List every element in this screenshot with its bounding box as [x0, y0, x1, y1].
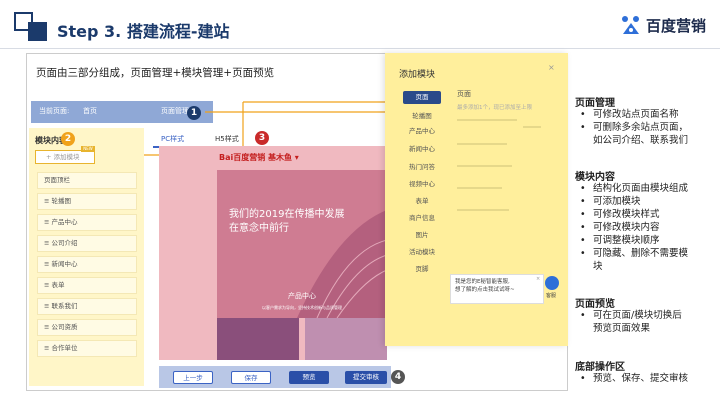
style-tabs: PC样式 H5样式 3 [153, 128, 353, 148]
modal-category[interactable]: 产品中心 [403, 125, 441, 138]
module-item[interactable]: ≡ 轮播图 [37, 193, 137, 210]
title-divider [0, 48, 720, 49]
module-item[interactable]: ≡ 产品中心 [37, 214, 137, 231]
note-item: 可调整模块顺序 [578, 234, 688, 247]
modal-category[interactable]: 页面 [403, 91, 441, 104]
modal-category[interactable]: 视频中心 [403, 178, 441, 191]
note-heading: 页面预览 [575, 299, 615, 310]
note-item: 可修改模块样式 [578, 208, 688, 221]
modal-title: 添加模块 [399, 70, 436, 80]
module-item[interactable]: ≡ 表单 [37, 277, 137, 294]
module-item[interactable]: ≡ 公司资质 [37, 319, 137, 336]
preview-product-image [305, 318, 387, 360]
submit-review-button[interactable]: 提交审核 [345, 371, 387, 384]
note-item: 可删除多余站点页面， [578, 121, 688, 134]
note-item: 可隐藏、删除不需要模 [578, 247, 688, 260]
tab-pc-style[interactable]: PC样式 [161, 134, 184, 144]
hero-line-1: 我们的2019在传播中发展 [229, 209, 345, 220]
chat-close-icon[interactable]: × [536, 276, 540, 282]
preview-logo: Bai百度营销 基木鱼 ▾ [219, 153, 299, 162]
template-placeholder[interactable] [457, 209, 509, 211]
note-item: 如公司介绍、联系我们 [593, 135, 689, 146]
bottom-action-bar: 上一步 保存 预览 提交审核 [159, 366, 391, 388]
module-item[interactable]: 页面顶栏 [37, 172, 137, 189]
note-item: 可修改模块内容 [578, 221, 688, 234]
step-badge-3: 3 [255, 131, 269, 145]
customer-service-label: 客服 [546, 293, 557, 299]
customer-service-icon[interactable] [545, 276, 559, 290]
modal-category[interactable]: 热门问答 [403, 161, 441, 174]
prev-step-button[interactable]: 上一步 [173, 371, 213, 384]
note-list: 可修改站点页面名称 可删除多余站点页面， 如公司介绍、联系我们 [578, 108, 688, 147]
slide-title: Step 3. 搭建流程-建站 [57, 22, 230, 41]
modal-section-label: 页面 [457, 90, 471, 98]
tab-h5-style[interactable]: H5样式 [215, 134, 239, 144]
modal-category[interactable]: 新闻中心 [403, 143, 441, 156]
template-placeholder[interactable] [457, 119, 517, 121]
page-preview: Bai百度营销 基木鱼 ▾ 我们的2019在传播中发展 在意念中前行 产品中心 … [159, 146, 387, 360]
module-item[interactable]: ≡ 新闻中心 [37, 256, 137, 273]
note-item: 预览页面效果 [593, 323, 651, 334]
modal-category[interactable]: 页脚 [403, 263, 441, 276]
chat-bubble[interactable]: 我是您的E秘智能客服, 想了解的点击我试试呀~ [450, 274, 544, 304]
note-list: 可在页面/模块切换后 预览页面效果 [578, 309, 682, 335]
modal-category[interactable]: 图片 [403, 229, 441, 242]
note-item: 块 [593, 261, 603, 272]
add-module-button[interactable]: + 添加模块 [35, 150, 95, 164]
preview-button[interactable]: 预览 [289, 371, 329, 384]
module-content-panel: 模块内容 2 + 添加模块 NEW 页面顶栏 ≡ 轮播图 ≡ 产品中心 ≡ 公司… [29, 128, 144, 386]
template-placeholder[interactable] [457, 187, 502, 189]
step-badge-2: 2 [61, 132, 75, 146]
template-placeholder[interactable] [457, 165, 512, 167]
note-item: 可添加模块 [578, 195, 688, 208]
module-item[interactable]: ≡ 公司介绍 [37, 235, 137, 252]
brand-text: 百度营销 [646, 16, 707, 35]
note-item: 可在页面/模块切换后 [578, 309, 682, 322]
preview-product-title: 产品中心 [288, 292, 316, 300]
preview-product-image [217, 318, 299, 360]
modal-category[interactable]: 商户信息 [403, 212, 441, 225]
note-list: 结构化页面由模块组成 可添加模块 可修改模块样式 可修改模块内容 可调整模块顺序… [578, 182, 688, 273]
close-icon[interactable]: × [548, 63, 555, 72]
chat-text-1: 我是您的E秘智能客服, [455, 279, 510, 285]
note-heading: 底部操作区 [575, 362, 625, 373]
module-item[interactable]: ≡ 联系我们 [37, 298, 137, 315]
note-item: 结构化页面由模块组成 [578, 182, 688, 195]
note-heading: 页面管理 [575, 98, 615, 109]
template-placeholder[interactable] [457, 143, 507, 145]
module-item[interactable]: ≡ 合作单位 [37, 340, 137, 357]
note-list: 预览、保存、提交审核 [578, 372, 688, 385]
note-heading: 模块内容 [575, 172, 615, 183]
note-item: 可修改站点页面名称 [578, 108, 688, 121]
note-item: 预览、保存、提交审核 [578, 372, 688, 385]
baidu-marketing-icon [622, 16, 639, 34]
step-badge-4: 4 [391, 370, 405, 384]
hero-headline: 我们的2019在传播中发展 在意念中前行 [229, 208, 344, 236]
modal-section-hint: 最多添加1个，现已添加至上限 [457, 105, 533, 111]
modal-category[interactable]: 表单 [403, 195, 441, 208]
modal-category[interactable]: 活动模块 [403, 246, 441, 259]
hero-line-2: 在意念中前行 [229, 223, 289, 234]
slide-logo-square-filled [28, 22, 47, 41]
chat-text-2: 想了解的点击我试试呀~ [455, 287, 515, 293]
template-placeholder [523, 126, 541, 128]
new-tag: NEW [81, 146, 95, 152]
preview-product-subtitle: 以客户需求为导向，坚持技术创新与品质管理 [262, 305, 342, 310]
modal-category[interactable]: 轮播图 [403, 110, 441, 123]
save-button[interactable]: 保存 [231, 371, 271, 384]
brand-logo: 百度营销 [620, 14, 706, 36]
